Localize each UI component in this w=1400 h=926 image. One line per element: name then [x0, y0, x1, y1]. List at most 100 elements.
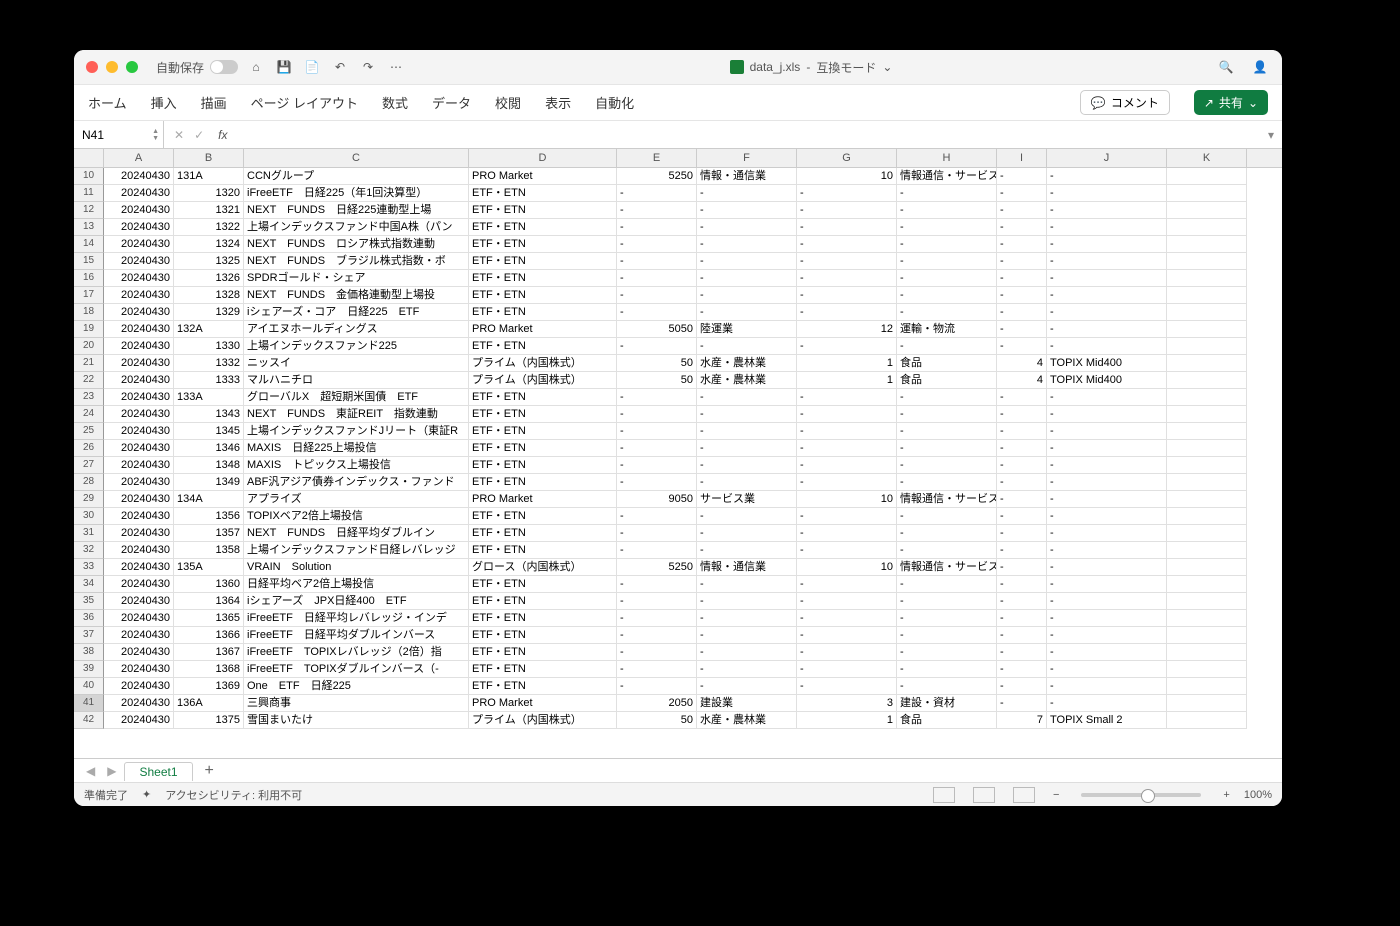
- cell[interactable]: 20240430: [104, 338, 174, 355]
- cell[interactable]: グローバルX 超短期米国債 ETF: [244, 389, 469, 406]
- table-row[interactable]: 42202404301375雪国まいたけプライム（内国株式）50水産・農林業1食…: [74, 712, 1282, 729]
- cell[interactable]: MAXIS 日経225上場投信: [244, 440, 469, 457]
- cell[interactable]: 1365: [174, 610, 244, 627]
- cell[interactable]: [1167, 423, 1247, 440]
- cell[interactable]: 20240430: [104, 610, 174, 627]
- cell[interactable]: -: [797, 406, 897, 423]
- cell[interactable]: -: [997, 644, 1047, 661]
- cell[interactable]: プライム（内国株式）: [469, 355, 617, 372]
- cell[interactable]: [1167, 440, 1247, 457]
- cell[interactable]: 建設業: [697, 695, 797, 712]
- table-row[interactable]: 3320240430135AVRAIN Solutionグロース（内国株式）52…: [74, 559, 1282, 576]
- cell[interactable]: -: [1047, 695, 1167, 712]
- cell[interactable]: -: [697, 542, 797, 559]
- col-header[interactable]: H: [897, 149, 997, 167]
- cell[interactable]: 1: [797, 712, 897, 729]
- row-header[interactable]: 16: [74, 270, 104, 287]
- cell[interactable]: 情報・通信業: [697, 168, 797, 185]
- cell[interactable]: -: [617, 440, 697, 457]
- row-header[interactable]: 39: [74, 661, 104, 678]
- table-row[interactable]: 28202404301349ABF汎アジア債券インデックス・ファンドETF・ET…: [74, 474, 1282, 491]
- data-rows[interactable]: 1020240430131ACCNグループPRO Market5250情報・通信…: [74, 168, 1282, 758]
- cell[interactable]: 上場インデックスファンド日経レバレッジ: [244, 542, 469, 559]
- cell[interactable]: -: [697, 576, 797, 593]
- cell[interactable]: 建設・資材: [897, 695, 997, 712]
- cell[interactable]: 20240430: [104, 593, 174, 610]
- cell[interactable]: -: [797, 644, 897, 661]
- account-icon[interactable]: 👤: [1250, 57, 1270, 77]
- row-header[interactable]: 13: [74, 219, 104, 236]
- cell[interactable]: ETF・ETN: [469, 678, 617, 695]
- cell[interactable]: 1368: [174, 661, 244, 678]
- cell[interactable]: -: [1047, 270, 1167, 287]
- cell[interactable]: -: [617, 627, 697, 644]
- redo-icon[interactable]: ↷: [358, 57, 378, 77]
- cell[interactable]: -: [797, 185, 897, 202]
- cell[interactable]: [1167, 287, 1247, 304]
- cell[interactable]: -: [997, 321, 1047, 338]
- cell[interactable]: 136A: [174, 695, 244, 712]
- cell[interactable]: -: [1047, 678, 1167, 695]
- cell[interactable]: 5050: [617, 321, 697, 338]
- cell[interactable]: NEXT FUNDS 金価格連動型上場投: [244, 287, 469, 304]
- cell[interactable]: マルハニチロ: [244, 372, 469, 389]
- table-row[interactable]: 40202404301369One ETF 日経225ETF・ETN------: [74, 678, 1282, 695]
- cell[interactable]: -: [797, 440, 897, 457]
- cell[interactable]: -: [1047, 236, 1167, 253]
- cell[interactable]: 情報通信・サービス: [897, 491, 997, 508]
- cell[interactable]: -: [797, 236, 897, 253]
- table-row[interactable]: 37202404301366iFreeETF 日経平均ダブルインバースETF・E…: [74, 627, 1282, 644]
- cancel-icon[interactable]: ✕: [174, 128, 184, 142]
- cell[interactable]: -: [1047, 406, 1167, 423]
- cell[interactable]: -: [1047, 610, 1167, 627]
- cell[interactable]: 20240430: [104, 202, 174, 219]
- cell[interactable]: NEXT FUNDS ロシア株式指数連動: [244, 236, 469, 253]
- table-row[interactable]: 4120240430136A三興商事PRO Market2050建設業3建設・資…: [74, 695, 1282, 712]
- cell[interactable]: -: [897, 457, 997, 474]
- cell[interactable]: VRAIN Solution: [244, 559, 469, 576]
- row-header[interactable]: 38: [74, 644, 104, 661]
- stepper-icon[interactable]: ▲▼: [152, 128, 159, 142]
- cell[interactable]: One ETF 日経225: [244, 678, 469, 695]
- cell[interactable]: 1330: [174, 338, 244, 355]
- cell[interactable]: TOPIX Small 2: [1047, 712, 1167, 729]
- cell[interactable]: ETF・ETN: [469, 219, 617, 236]
- cell[interactable]: -: [697, 678, 797, 695]
- cell[interactable]: -: [697, 440, 797, 457]
- cell[interactable]: -: [897, 338, 997, 355]
- toggle-icon[interactable]: [210, 60, 238, 74]
- cell[interactable]: -: [897, 406, 997, 423]
- select-all-corner[interactable]: [74, 149, 104, 167]
- cell[interactable]: iシェアーズ・コア 日経225 ETF: [244, 304, 469, 321]
- cell[interactable]: ETF・ETN: [469, 474, 617, 491]
- cell[interactable]: 4: [997, 355, 1047, 372]
- cell[interactable]: 20240430: [104, 712, 174, 729]
- cell[interactable]: 20240430: [104, 440, 174, 457]
- cell[interactable]: 食品: [897, 712, 997, 729]
- zoom-in-icon[interactable]: +: [1223, 789, 1229, 801]
- cell[interactable]: -: [997, 593, 1047, 610]
- cell[interactable]: 20240430: [104, 542, 174, 559]
- cell[interactable]: アプライズ: [244, 491, 469, 508]
- cell[interactable]: [1167, 185, 1247, 202]
- cell[interactable]: 20240430: [104, 457, 174, 474]
- cell[interactable]: 20240430: [104, 236, 174, 253]
- table-row[interactable]: 39202404301368iFreeETF TOPIXダブルインバース（-ET…: [74, 661, 1282, 678]
- col-header[interactable]: I: [997, 149, 1047, 167]
- cell[interactable]: -: [697, 644, 797, 661]
- cell[interactable]: [1167, 168, 1247, 185]
- cell[interactable]: -: [997, 270, 1047, 287]
- confirm-icon[interactable]: ✓: [194, 128, 204, 142]
- cell[interactable]: 食品: [897, 355, 997, 372]
- cell[interactable]: 131A: [174, 168, 244, 185]
- cell[interactable]: -: [617, 423, 697, 440]
- table-row[interactable]: 16202404301326SPDRゴールド・シェアETF・ETN------: [74, 270, 1282, 287]
- cell[interactable]: ETF・ETN: [469, 627, 617, 644]
- cell[interactable]: -: [1047, 219, 1167, 236]
- cell[interactable]: 4: [997, 372, 1047, 389]
- cell[interactable]: -: [617, 287, 697, 304]
- cell[interactable]: [1167, 678, 1247, 695]
- cell[interactable]: -: [797, 661, 897, 678]
- cell[interactable]: [1167, 457, 1247, 474]
- cell[interactable]: -: [797, 338, 897, 355]
